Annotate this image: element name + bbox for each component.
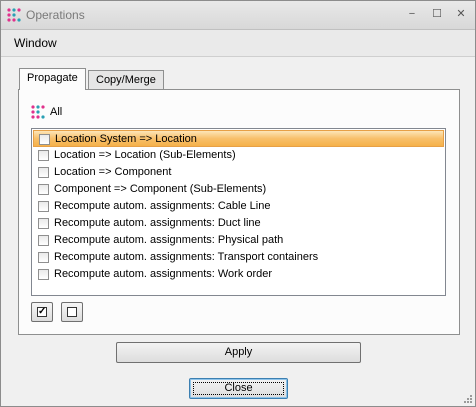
tab-copy-merge[interactable]: Copy/Merge bbox=[88, 70, 164, 90]
list-item[interactable]: Component => Component (Sub-Elements) bbox=[33, 181, 444, 198]
unchecked-box-icon bbox=[67, 307, 77, 317]
list-item[interactable]: Recompute autom. assignments: Physical p… bbox=[33, 232, 444, 249]
apply-button[interactable]: Apply bbox=[116, 342, 361, 363]
list-item[interactable]: Location => Location (Sub-Elements) bbox=[33, 147, 444, 164]
list-item[interactable]: Recompute autom. assignments: Cable Line bbox=[33, 198, 444, 215]
item-label: Location => Component bbox=[54, 166, 172, 178]
menu-window[interactable]: Window bbox=[14, 36, 57, 50]
maximize-button[interactable]: ☐ bbox=[428, 6, 446, 22]
item-label: Recompute autom. assignments: Cable Line bbox=[54, 200, 271, 212]
item-checkbox[interactable] bbox=[38, 184, 49, 195]
list-item[interactable]: Recompute autom. assignments: Work order bbox=[33, 266, 444, 283]
item-label: Component => Component (Sub-Elements) bbox=[54, 183, 267, 195]
item-label: Recompute autom. assignments: Physical p… bbox=[54, 234, 284, 246]
list-item[interactable]: Recompute autom. assignments: Duct line bbox=[33, 215, 444, 232]
item-checkbox[interactable] bbox=[38, 269, 49, 280]
close-button[interactable]: Close bbox=[189, 378, 288, 399]
menu-bar: Window bbox=[1, 30, 475, 57]
checked-box-icon: ✓ bbox=[37, 306, 47, 317]
all-icon bbox=[31, 105, 45, 119]
item-checkbox[interactable] bbox=[38, 252, 49, 263]
operations-window: Operations − ☐ ✕ Window Propagate Copy/M… bbox=[0, 0, 476, 407]
close-window-button[interactable]: ✕ bbox=[452, 6, 470, 22]
check-all-button[interactable]: ✓ bbox=[31, 302, 53, 322]
operations-list[interactable]: Location System => Location Location => … bbox=[31, 128, 446, 296]
app-icon bbox=[7, 8, 21, 22]
uncheck-all-button[interactable] bbox=[61, 302, 83, 322]
item-label: Location => Location (Sub-Elements) bbox=[54, 149, 236, 161]
list-item[interactable]: Location => Component bbox=[33, 164, 444, 181]
minimize-button[interactable]: − bbox=[403, 6, 421, 22]
item-label: Recompute autom. assignments: Work order bbox=[54, 268, 273, 280]
item-label: Recompute autom. assignments: Duct line bbox=[54, 217, 261, 229]
focus-rectangle bbox=[193, 382, 284, 395]
resize-grip-icon[interactable] bbox=[463, 394, 473, 404]
item-checkbox[interactable] bbox=[39, 134, 50, 145]
list-item[interactable]: Recompute autom. assignments: Transport … bbox=[33, 249, 444, 266]
item-checkbox[interactable] bbox=[38, 218, 49, 229]
item-label: Location System => Location bbox=[55, 133, 197, 145]
apply-label: Apply bbox=[224, 346, 253, 358]
item-checkbox[interactable] bbox=[38, 235, 49, 246]
window-title: Operations bbox=[26, 8, 85, 22]
item-checkbox[interactable] bbox=[38, 201, 49, 212]
tab-propagate[interactable]: Propagate bbox=[19, 68, 86, 90]
list-item[interactable]: Location System => Location bbox=[33, 130, 444, 147]
item-checkbox[interactable] bbox=[38, 167, 49, 178]
propagate-panel: All Location System => Location Location… bbox=[18, 89, 460, 335]
title-bar[interactable]: Operations − ☐ ✕ bbox=[1, 1, 475, 30]
item-checkbox[interactable] bbox=[38, 150, 49, 161]
all-label: All bbox=[50, 106, 63, 118]
item-label: Recompute autom. assignments: Transport … bbox=[54, 251, 319, 263]
